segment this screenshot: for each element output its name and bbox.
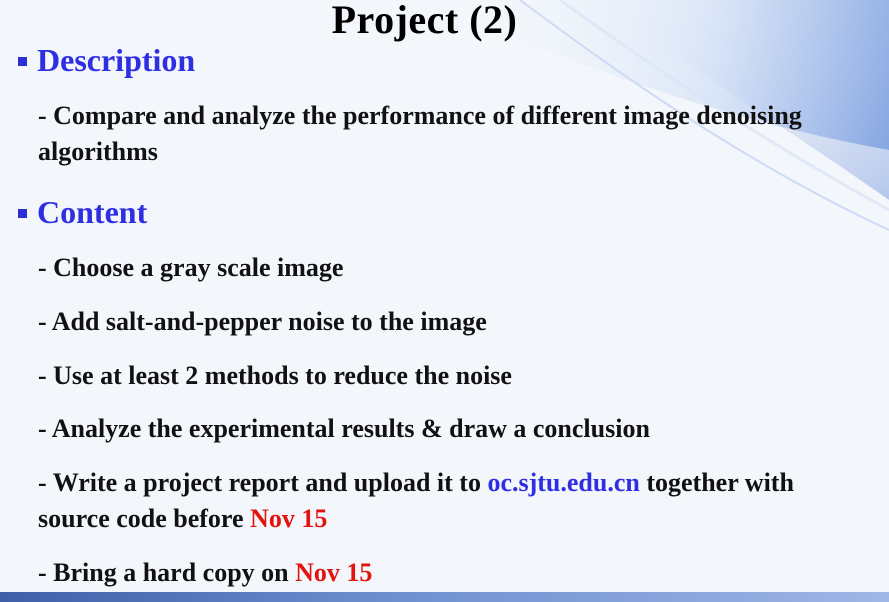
square-bullet-icon <box>18 208 27 218</box>
slide: Project (2) Description - Compare and an… <box>0 0 889 602</box>
content-item-reduce-noise: - Use at least 2 methods to reduce the n… <box>38 361 512 390</box>
hard-copy-date: Nov 15 <box>295 558 373 587</box>
content-heading: Content <box>18 192 147 232</box>
description-heading: Description <box>18 40 195 80</box>
content-item-write-report: - Write a project report and upload it t… <box>38 465 858 537</box>
course-site-link[interactable]: oc.sjtu.edu.cn <box>487 468 639 497</box>
report-deadline: Nov 15 <box>250 504 328 533</box>
report-prefix: - Write a project report and upload it t… <box>38 468 488 497</box>
content-item-choose-image: - Choose a gray scale image <box>38 253 344 282</box>
content-item-analyze-results: - Analyze the experimental results & dra… <box>38 414 650 443</box>
description-heading-text: Description <box>37 42 196 78</box>
content-item-hard-copy: - Bring a hard copy on Nov 15 <box>38 555 858 591</box>
square-bullet-icon <box>18 56 27 66</box>
content-heading-text: Content <box>37 194 148 230</box>
hard-copy-prefix: - Bring a hard copy on <box>38 558 296 587</box>
content-item-add-noise: - Add salt-and-pepper noise to the image <box>38 307 487 336</box>
description-item: - Compare and analyze the performance of… <box>38 101 802 166</box>
